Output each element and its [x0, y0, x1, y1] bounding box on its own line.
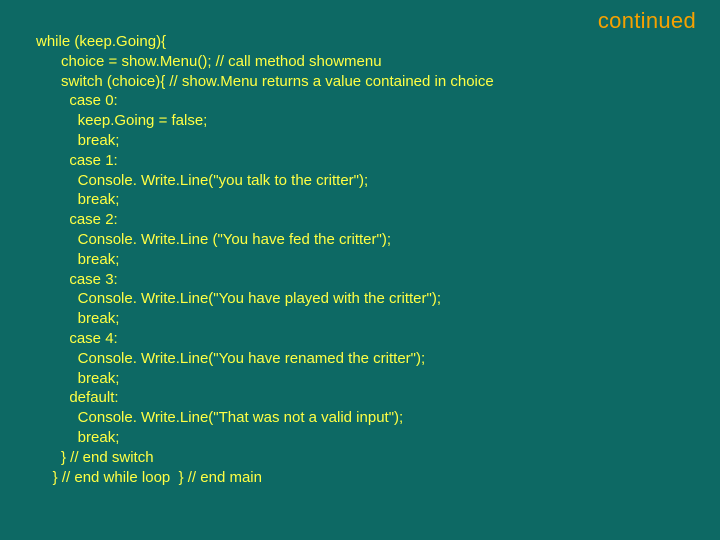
slide-header: continued — [598, 8, 696, 34]
code-line: break; — [36, 191, 119, 208]
code-line: choice = show.Menu(); // call method sho… — [36, 53, 382, 70]
code-line: case 0: — [36, 92, 118, 109]
code-line: Console. Write.Line ("You have fed the c… — [36, 231, 391, 248]
code-line: case 4: — [36, 330, 118, 347]
code-line: break; — [36, 429, 119, 446]
code-line: keep.Going = false; — [36, 112, 207, 129]
code-line: case 1: — [36, 152, 118, 169]
code-line: case 3: — [36, 271, 118, 288]
code-line: break; — [36, 251, 119, 268]
code-line: } // end while loop } // end main — [36, 469, 262, 486]
code-line: Console. Write.Line("you talk to the cri… — [36, 172, 368, 189]
code-line: break; — [36, 370, 119, 387]
code-line: break; — [36, 310, 119, 327]
code-line: switch (choice){ // show.Menu returns a … — [36, 73, 494, 90]
code-line: Console. Write.Line("You have renamed th… — [36, 350, 425, 367]
code-line: while (keep.Going){ — [36, 33, 166, 50]
code-line: Console. Write.Line("You have played wit… — [36, 290, 441, 307]
code-line: default: — [36, 389, 119, 406]
code-line: break; — [36, 132, 119, 149]
code-block: while (keep.Going){ choice = show.Menu()… — [36, 32, 494, 487]
code-line: case 2: — [36, 211, 118, 228]
code-line: Console. Write.Line("That was not a vali… — [36, 409, 403, 426]
code-line: } // end switch — [36, 449, 154, 466]
